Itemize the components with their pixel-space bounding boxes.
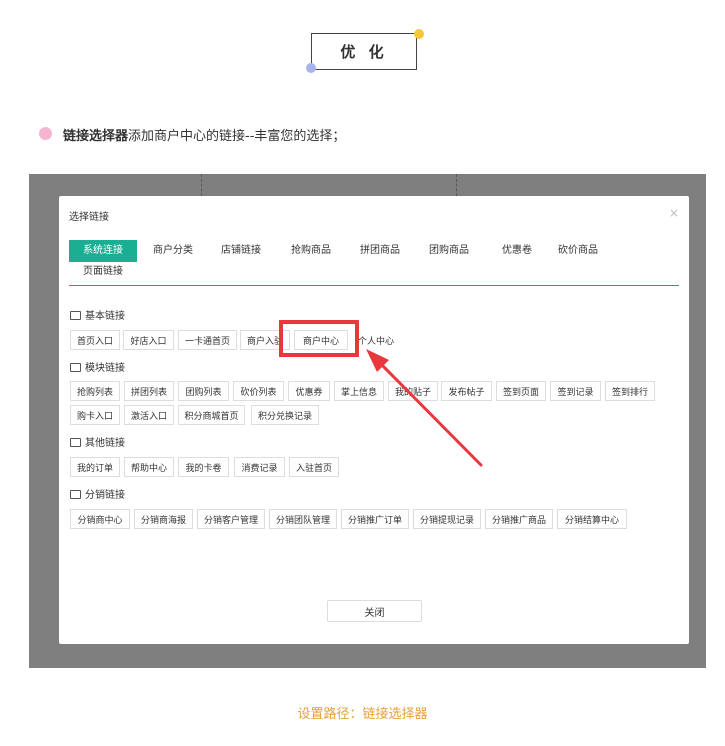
link-item[interactable]: 发布帖子 (441, 381, 492, 401)
link-item[interactable]: 积分兑换记录 (251, 405, 319, 425)
folder-icon (70, 310, 81, 320)
link-item[interactable]: 激活入口 (124, 405, 174, 425)
link-item[interactable]: 我的贴子 (388, 381, 438, 401)
caption: 设置路径：链接选择器 (297, 707, 428, 722)
link-item[interactable]: 分销推广商品 (485, 509, 553, 529)
modal-title: 选择链接 (69, 212, 109, 223)
section-basic-links: 基本链接 (70, 307, 125, 322)
section-distribution-links: 分销链接 (70, 486, 125, 501)
section-module-links: 模块链接 (70, 359, 125, 374)
section-title: 其他链接 (85, 438, 125, 449)
dashed-guide (201, 174, 202, 196)
tab-team-buy-goods[interactable]: 团购商品 (425, 240, 473, 262)
tab-coupons[interactable]: 优惠卷 (493, 240, 541, 262)
tab-system-links[interactable]: 系统连接 (69, 240, 137, 262)
link-home[interactable]: 首页入口 (70, 330, 120, 350)
tab-bar: 系统连接 商户分类 店铺链接 抢购商品 拼团商品 团购商品 优惠卷 砍价商品 页… (69, 240, 679, 286)
link-item[interactable]: 我的卡卷 (178, 457, 229, 477)
link-item[interactable]: 拼团列表 (124, 381, 174, 401)
folder-icon (70, 489, 81, 499)
link-item[interactable]: 签到记录 (550, 381, 601, 401)
close-icon[interactable]: × (669, 206, 679, 220)
highlight-box (279, 320, 359, 357)
intro-text: 链接选择器添加商户中心的链接--丰富您的选择； (63, 125, 345, 144)
section-title: 模块链接 (85, 363, 125, 374)
folder-icon (70, 437, 81, 447)
page-title: 优 化 (311, 33, 417, 70)
link-item[interactable]: 分销提现记录 (413, 509, 481, 529)
link-item[interactable]: 抢购列表 (70, 381, 120, 401)
link-good-stores[interactable]: 好店入口 (123, 330, 174, 350)
intro-body: 添加商户中心的链接--丰富您的选择； (128, 129, 346, 144)
link-item[interactable]: 掌上信息 (334, 381, 384, 401)
link-item[interactable]: 砍价列表 (233, 381, 284, 401)
link-item[interactable]: 消费记录 (234, 457, 285, 477)
tab-flash-sale-goods[interactable]: 抢购商品 (287, 240, 335, 262)
tab-bargain-goods[interactable]: 砍价商品 (554, 240, 602, 262)
tab-page-links[interactable]: 页面链接 (79, 261, 127, 283)
tab-store-links[interactable]: 店铺链接 (217, 240, 265, 262)
decorative-dot-yellow (414, 29, 424, 39)
dashed-guide (456, 174, 457, 196)
tab-merchant-category[interactable]: 商户分类 (149, 240, 197, 262)
close-button[interactable]: 关闭 (327, 600, 422, 622)
link-item[interactable]: 分销推广订单 (341, 509, 409, 529)
link-item[interactable]: 帮助中心 (124, 457, 174, 477)
link-item[interactable]: 签到排行 (605, 381, 655, 401)
section-title: 基本链接 (85, 311, 125, 322)
link-item[interactable]: 团购列表 (178, 381, 229, 401)
bullet-dot (39, 127, 52, 140)
decorative-dot-blue (306, 63, 316, 73)
link-item[interactable]: 优惠券 (288, 381, 330, 401)
link-item[interactable]: 分销结算中心 (557, 509, 627, 529)
folder-icon (70, 362, 81, 372)
link-item[interactable]: 积分商城首页 (178, 405, 245, 425)
link-item[interactable]: 分销团队管理 (269, 509, 337, 529)
link-selector-modal: 选择链接 × 系统连接 商户分类 店铺链接 抢购商品 拼团商品 团购商品 优惠卷… (59, 196, 689, 644)
link-item[interactable]: 分销客户管理 (197, 509, 265, 529)
section-title: 分销链接 (85, 490, 125, 501)
link-item[interactable]: 入驻首页 (289, 457, 339, 477)
link-item[interactable]: 签到页面 (496, 381, 546, 401)
link-item[interactable]: 我的订单 (70, 457, 120, 477)
link-card-home[interactable]: 一卡通首页 (178, 330, 237, 350)
intro-bold: 链接选择器 (63, 129, 129, 144)
section-other-links: 其他链接 (70, 434, 125, 449)
tab-group-buy-goods[interactable]: 拼团商品 (356, 240, 404, 262)
link-item[interactable]: 分销商海报 (134, 509, 193, 529)
link-item[interactable]: 分销商中心 (70, 509, 130, 529)
link-item[interactable]: 购卡入口 (70, 405, 120, 425)
